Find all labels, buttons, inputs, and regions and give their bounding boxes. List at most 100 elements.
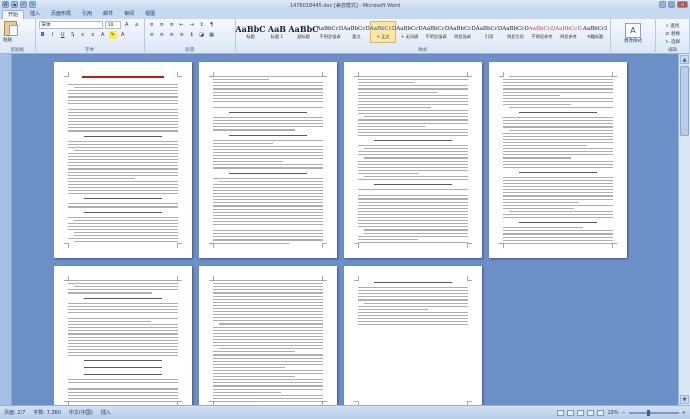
sort-icon[interactable]: ↕	[198, 21, 206, 29]
tab-view[interactable]: 视图	[140, 10, 160, 19]
replace-button[interactable]: ⇄ 替换	[665, 31, 680, 38]
highlight-icon[interactable]: ✎	[108, 31, 117, 39]
style-6[interactable]: AaBbCcD + 无间隔	[396, 21, 423, 43]
style-5[interactable]: AaBbCcD + 正文	[370, 21, 396, 43]
style-7[interactable]: AaBbCcD 不明显强调	[423, 21, 450, 43]
style-11[interactable]: AaBbCcD 不明显参考	[529, 21, 556, 43]
document-page[interactable]	[489, 62, 627, 258]
vertical-scrollbar[interactable]: ▲ ▼	[678, 54, 690, 405]
multilevel-list-icon[interactable]: ≡	[168, 21, 176, 29]
style-12[interactable]: AaBbCcD 明显参考	[555, 21, 582, 43]
style-3[interactable]: AaBbCcD 不明显强调	[317, 21, 344, 43]
text-line	[68, 302, 178, 304]
tab-insert[interactable]: 插入	[25, 10, 45, 19]
status-words[interactable]: 字数: 7,360	[33, 409, 61, 416]
outline-view-icon[interactable]	[587, 409, 595, 416]
print-layout-view-icon[interactable]	[557, 409, 565, 416]
text-line	[68, 146, 178, 148]
borders-icon[interactable]: ▦	[208, 31, 216, 39]
text-line	[213, 120, 323, 122]
change-styles-label[interactable]: 更改样式	[624, 39, 642, 44]
find-button[interactable]: ⌕ 查找	[666, 23, 680, 29]
full-screen-view-icon[interactable]	[567, 409, 575, 416]
grow-font-icon[interactable]: A	[123, 21, 131, 29]
text-line	[68, 292, 152, 294]
text-line	[358, 241, 468, 243]
scroll-thumb[interactable]	[680, 66, 689, 136]
tab-home[interactable]: 开始	[2, 10, 25, 19]
style-1[interactable]: AaB 标题 1	[264, 21, 290, 43]
zoom-level[interactable]: 19%	[607, 410, 618, 416]
font-name-select[interactable]: 宋体	[38, 21, 103, 29]
document-page[interactable]	[54, 62, 192, 258]
text-line	[68, 187, 178, 189]
web-layout-view-icon[interactable]	[577, 409, 585, 416]
change-case-icon[interactable]: A	[99, 31, 107, 39]
tab-review[interactable]: 审阅	[119, 10, 139, 19]
save-icon[interactable]: ▪	[11, 1, 18, 8]
change-styles-icon[interactable]: A	[625, 23, 642, 38]
word-logo-icon[interactable]: W	[2, 1, 9, 8]
document-page[interactable]	[54, 266, 192, 405]
minimize-button[interactable]: –	[659, 1, 666, 8]
font-size-select[interactable]: 10	[104, 21, 121, 29]
zoom-slider[interactable]	[628, 409, 679, 416]
numbering-icon[interactable]: ≡	[158, 21, 166, 29]
bold-icon[interactable]: B	[39, 31, 47, 39]
redo-icon[interactable]: ↷	[29, 1, 36, 8]
align-left-icon[interactable]: ≡	[148, 31, 156, 39]
status-mode[interactable]: 插入	[101, 409, 111, 416]
style-4[interactable]: AaBbCcD 要点	[343, 21, 370, 43]
style-10[interactable]: AaBbCcD 明显引用	[502, 21, 529, 43]
underline-icon[interactable]: U	[59, 31, 67, 39]
status-page[interactable]: 页面: 2/7	[4, 409, 25, 416]
shading-icon[interactable]: ◪	[198, 31, 206, 39]
tab-mailings[interactable]: 邮件	[98, 10, 118, 19]
ribbon-tabs: 开始 插入 页面布局 引用 邮件 审阅 视图	[0, 10, 690, 19]
subscript-icon[interactable]: x	[79, 31, 87, 39]
scroll-down-icon[interactable]: ▼	[680, 395, 689, 404]
style-0[interactable]: AaBbC 标题	[235, 21, 265, 43]
scroll-up-icon[interactable]: ▲	[680, 55, 689, 64]
italic-icon[interactable]: I	[49, 31, 57, 39]
bullets-icon[interactable]: ≡	[148, 21, 156, 29]
document-page[interactable]	[199, 266, 337, 405]
close-button[interactable]: ✕	[677, 1, 688, 8]
superscript-icon[interactable]: x	[89, 31, 97, 39]
tab-page-layout[interactable]: 页面布局	[46, 10, 76, 19]
style-8[interactable]: AaBbCcD 明显强调	[449, 21, 476, 43]
tab-references[interactable]: 引用	[77, 10, 97, 19]
draft-view-icon[interactable]	[597, 409, 605, 416]
text-line	[213, 91, 323, 93]
decrease-indent-icon[interactable]: ⇤	[178, 21, 186, 29]
font-color-icon[interactable]: A	[119, 31, 127, 39]
increase-indent-icon[interactable]: ⇥	[188, 21, 196, 29]
document-page[interactable]	[199, 62, 337, 258]
shrink-font-icon[interactable]: a	[133, 21, 141, 29]
document-page[interactable]	[344, 266, 482, 405]
text-line	[213, 382, 323, 384]
zoom-out-icon[interactable]: −	[622, 410, 626, 416]
text-line	[503, 135, 613, 137]
text-line	[503, 88, 613, 90]
select-button[interactable]: ↖ 选择	[665, 39, 680, 46]
style-9[interactable]: AaBbCcD 引用	[476, 21, 503, 43]
text-line	[213, 117, 323, 119]
maximize-button[interactable]: □	[668, 1, 675, 8]
style-13[interactable]: AaBbCcI 书籍标题	[582, 21, 608, 43]
text-line	[68, 238, 178, 240]
document-area[interactable]	[12, 54, 678, 405]
show-marks-icon[interactable]: ¶	[208, 21, 216, 29]
line-spacing-icon[interactable]: ↨	[188, 31, 196, 39]
document-page[interactable]	[344, 62, 482, 258]
align-right-icon[interactable]: ≡	[168, 31, 176, 39]
justify-icon[interactable]: ≡	[178, 31, 186, 39]
paste-button-label[interactable]: 粘贴	[3, 37, 12, 43]
strikethrough-icon[interactable]: S	[69, 31, 77, 39]
status-language[interactable]: 中文(中国)	[69, 409, 93, 416]
style-2[interactable]: AaBbC 副标题	[288, 21, 318, 43]
align-center-icon[interactable]: ≡	[158, 31, 166, 39]
zoom-in-icon[interactable]: +	[682, 410, 686, 416]
paste-icon[interactable]	[4, 21, 18, 36]
undo-icon[interactable]: ↶	[20, 1, 27, 8]
